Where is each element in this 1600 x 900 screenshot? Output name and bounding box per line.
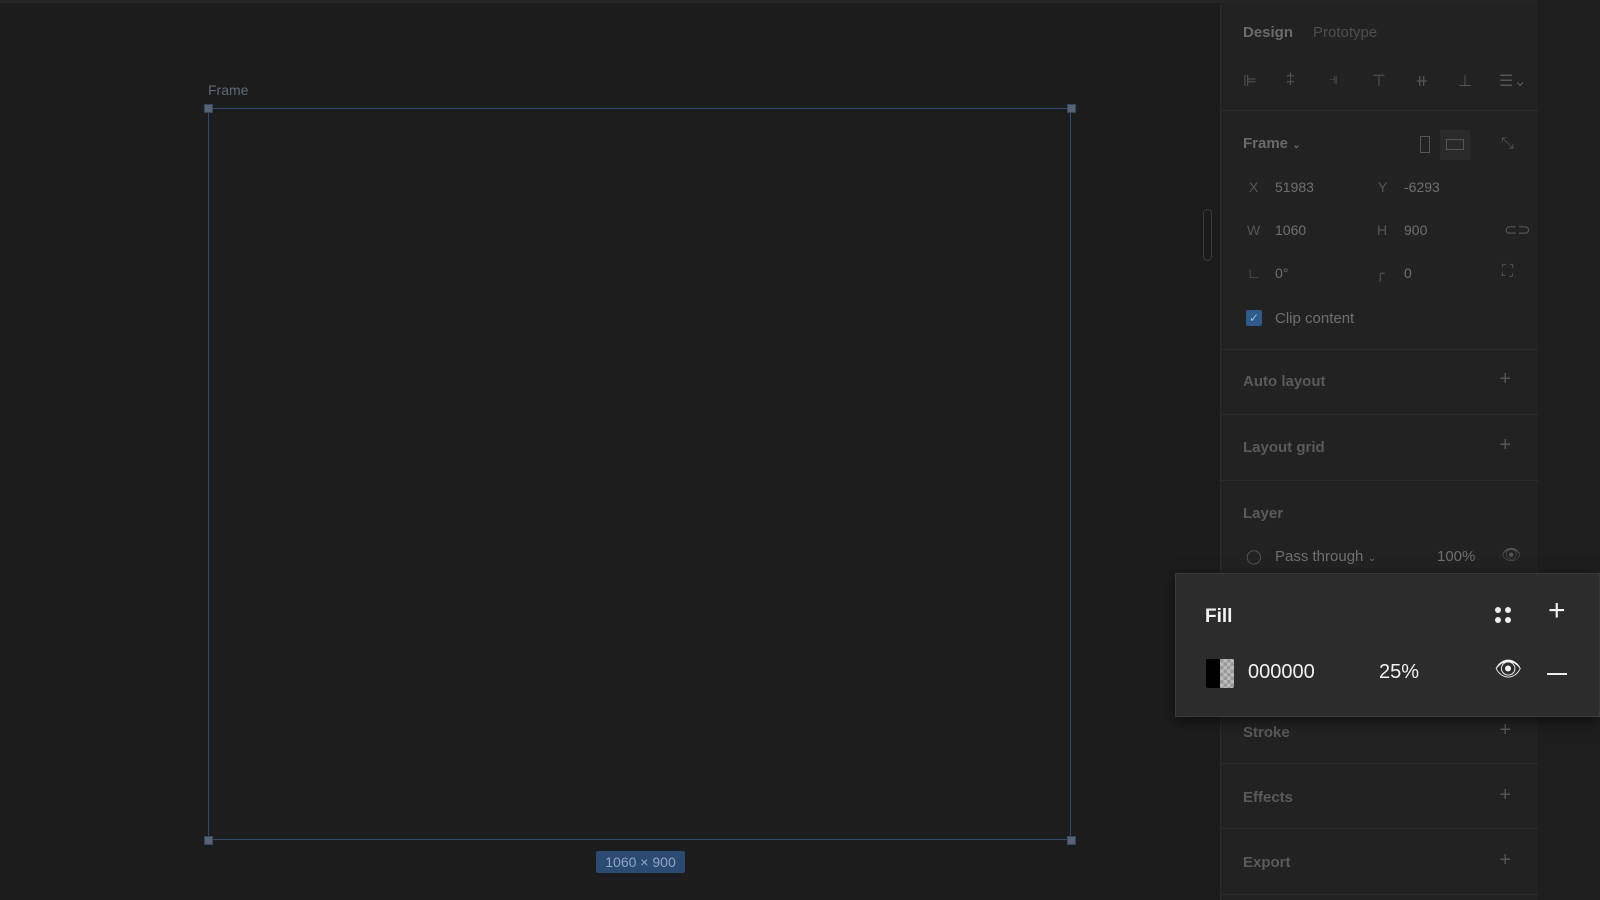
scrollbar[interactable] — [1203, 209, 1212, 261]
blend-mode-value: Pass through — [1275, 548, 1364, 565]
add-stroke-icon[interactable]: + — [1499, 719, 1511, 742]
h-input[interactable]: 900 — [1404, 222, 1427, 238]
frame-section-title[interactable]: Frame ⌄ — [1243, 135, 1301, 152]
fill-color-swatch[interactable] — [1206, 659, 1234, 688]
corner-radius-icon: ╭ — [1376, 265, 1385, 281]
divider — [1221, 349, 1538, 350]
resize-handle-tr[interactable] — [1067, 104, 1076, 113]
effects-title: Effects — [1243, 789, 1294, 806]
layer-title: Layer — [1243, 505, 1284, 522]
design-panel: Design Prototype ⊫ ‡ ⫣ ⊤ ⧺ ⊥ ☰⌄ Frame ⌄ … — [1220, 3, 1538, 900]
align-center-h-icon[interactable]: ‡ — [1286, 71, 1295, 89]
size-badge: 1060 × 900 — [596, 851, 685, 873]
y-input[interactable]: -6293 — [1404, 179, 1440, 195]
canvas-frame[interactable] — [208, 108, 1071, 840]
blend-mode-icon: ◯ — [1246, 548, 1262, 564]
add-auto-layout-icon[interactable]: + — [1499, 368, 1511, 391]
fill-opacity-input[interactable]: 25% — [1379, 661, 1419, 684]
add-export-icon[interactable]: + — [1499, 849, 1511, 872]
resize-handle-tl[interactable] — [204, 104, 213, 113]
add-layout-grid-icon[interactable]: + — [1499, 434, 1511, 457]
layer-opacity-input[interactable]: 100% — [1437, 548, 1475, 565]
resize-to-fit-icon[interactable]: ⤡ — [1501, 135, 1514, 153]
tab-design[interactable]: Design — [1243, 24, 1293, 41]
landscape-icon — [1446, 139, 1464, 150]
landscape-button[interactable] — [1440, 130, 1470, 160]
divider — [1221, 414, 1538, 415]
add-fill-icon[interactable]: + — [1548, 594, 1566, 628]
y-label: Y — [1378, 179, 1388, 195]
styles-icon[interactable] — [1495, 607, 1511, 623]
divider — [1221, 480, 1538, 481]
clip-content-label: Clip content — [1275, 310, 1355, 327]
eye-icon[interactable]: 👁 — [1501, 545, 1521, 565]
distribute-icon[interactable]: ☰⌄ — [1499, 71, 1527, 91]
constrain-proportions-icon[interactable]: ⊂⊃ — [1504, 220, 1531, 240]
chevron-down-icon: ⌄ — [1367, 553, 1376, 564]
portrait-icon[interactable] — [1420, 136, 1430, 153]
tab-prototype[interactable]: Prototype — [1313, 24, 1377, 41]
independent-corners-icon[interactable]: ⛶ — [1502, 263, 1513, 281]
divider — [1221, 110, 1538, 111]
h-label: H — [1377, 222, 1388, 238]
fill-title: Fill — [1205, 606, 1233, 627]
right-gutter — [1537, 0, 1600, 900]
frame-title: Frame — [1243, 135, 1289, 152]
align-left-icon[interactable]: ⊫ — [1243, 71, 1257, 91]
export-title: Export — [1243, 854, 1291, 871]
w-input[interactable]: 1060 — [1275, 222, 1306, 238]
rotation-icon: ∟ — [1247, 265, 1261, 281]
stroke-title: Stroke — [1243, 724, 1290, 741]
chevron-down-icon: ⌄ — [1292, 140, 1301, 151]
fill-section-highlight: Fill + 000000 25% 👁 — [1175, 573, 1600, 717]
divider — [1221, 894, 1538, 895]
align-bottom-icon[interactable]: ⊥ — [1458, 71, 1472, 91]
rotation-input[interactable]: 0° — [1275, 265, 1288, 281]
fill-hex-input[interactable]: 000000 — [1248, 661, 1315, 684]
divider — [1221, 828, 1538, 829]
auto-layout-title: Auto layout — [1243, 373, 1326, 390]
clip-content-checkbox[interactable]: ✓ — [1246, 310, 1262, 326]
x-label: X — [1249, 179, 1259, 195]
align-top-icon[interactable]: ⊤ — [1372, 71, 1386, 91]
radius-input[interactable]: 0 — [1404, 265, 1412, 281]
x-input[interactable]: 51983 — [1275, 179, 1314, 195]
resize-handle-br[interactable] — [1067, 836, 1076, 845]
divider — [1221, 763, 1538, 764]
frame-label[interactable]: Frame — [208, 82, 248, 98]
blend-mode-select[interactable]: Pass through ⌄ — [1275, 548, 1376, 565]
align-center-v-icon[interactable]: ⧺ — [1415, 71, 1428, 91]
w-label: W — [1247, 222, 1261, 238]
resize-handle-bl[interactable] — [204, 836, 213, 845]
align-right-icon[interactable]: ⫣ — [1329, 71, 1339, 89]
add-effects-icon[interactable]: + — [1499, 784, 1511, 807]
eye-icon[interactable]: 👁 — [1494, 656, 1522, 682]
remove-fill-icon[interactable] — [1547, 673, 1567, 675]
layout-grid-title: Layout grid — [1243, 439, 1325, 456]
